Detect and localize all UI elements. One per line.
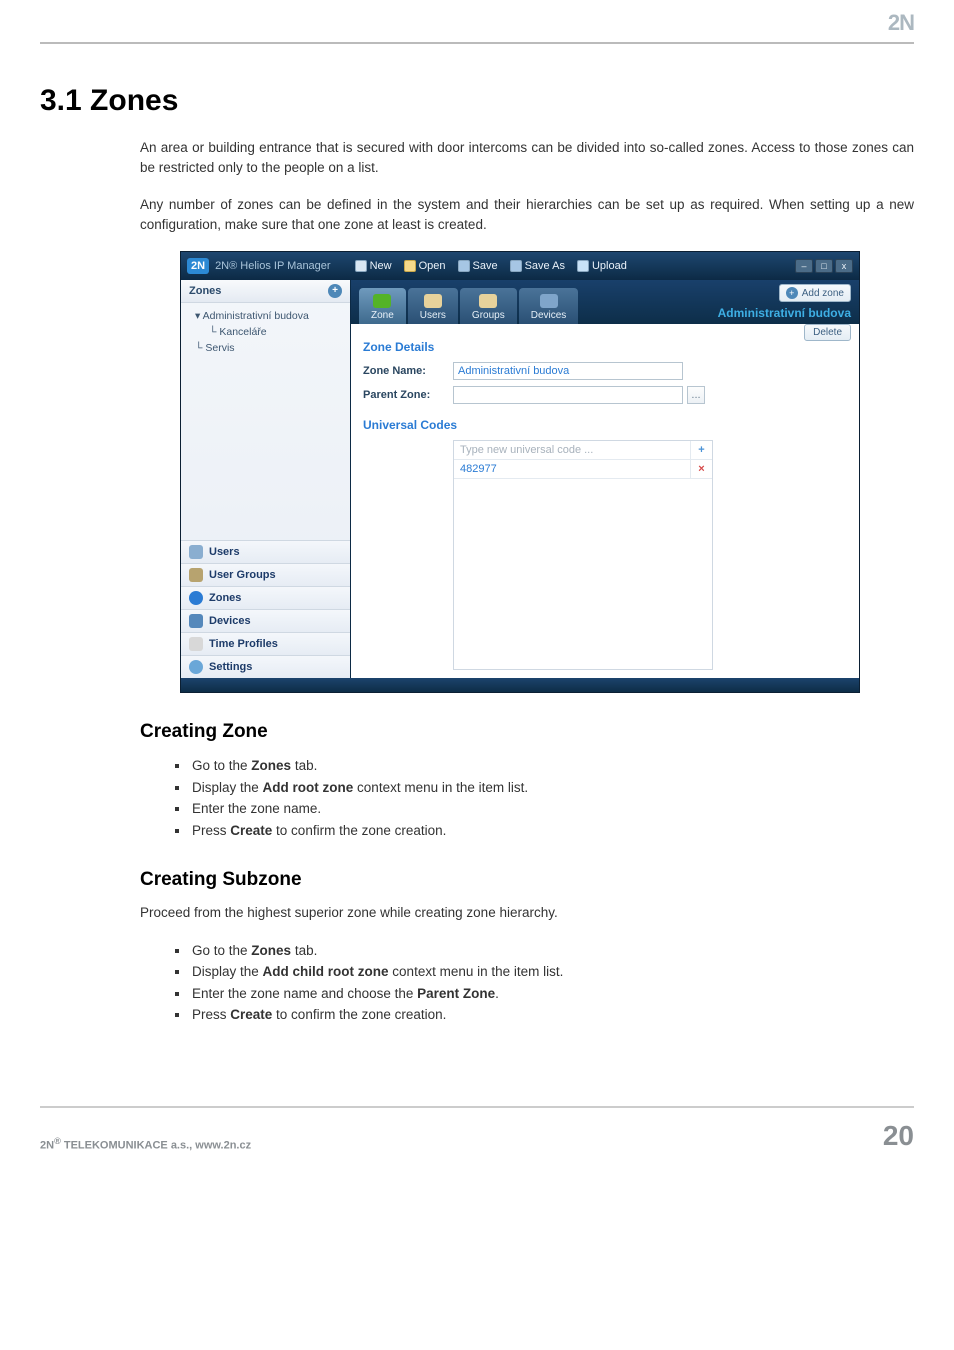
toolbar-new-button[interactable]: New (351, 258, 396, 274)
tab-devices[interactable]: Devices (519, 288, 579, 324)
devices-icon (189, 614, 203, 628)
list-item: Go to the Zones tab. (190, 755, 914, 777)
sidebar-item-time-profiles[interactable]: Time Profiles (181, 632, 350, 655)
list-item: Enter the zone name. (190, 798, 914, 820)
panel-title-zone-details: Zone Details (363, 340, 847, 354)
settings-icon (189, 660, 203, 674)
window-close-button[interactable]: x (835, 259, 853, 273)
sidebar-item-settings[interactable]: Settings (181, 655, 350, 678)
app-toolbar: New Open Save Save As Upload (351, 258, 631, 274)
brand-logo: 2N (888, 10, 914, 36)
parent-zone-picker-button[interactable]: ... (687, 386, 705, 404)
creating-subzone-lead: Proceed from the highest superior zone w… (40, 903, 914, 923)
sidebar-section-title: Zones (189, 285, 221, 297)
sidebar: Zones + ▾ Administrativní budova └ Kance… (181, 280, 351, 678)
intro-paragraph-2: Any number of zones can be defined in th… (40, 195, 914, 236)
time-icon (189, 637, 203, 651)
window-maximize-button[interactable]: □ (815, 259, 833, 273)
status-bar (181, 678, 859, 692)
window-minimize-button[interactable]: – (795, 259, 813, 273)
label-zone-name: Zone Name: (363, 365, 453, 377)
tree-node-root[interactable]: ▾ Administrativní budova (195, 309, 342, 325)
code-value[interactable]: 482977 (454, 460, 690, 478)
disk-as-icon (510, 260, 522, 272)
folder-icon (404, 260, 416, 272)
tab-zone[interactable]: Zone (359, 288, 406, 324)
panel-title-universal-codes: Universal Codes (363, 418, 847, 432)
tree-node-child[interactable]: └ Kanceláře (209, 325, 342, 341)
current-zone-title: Administrativní budova (718, 306, 851, 320)
plus-icon: + (786, 287, 798, 299)
toolbar-upload-button[interactable]: Upload (573, 258, 631, 274)
input-zone-name[interactable] (453, 362, 683, 380)
footer-left: 2N® TELEKOMUNIKACE a.s., www.2n.cz (40, 1136, 251, 1152)
users-icon (189, 545, 203, 559)
user-groups-icon (189, 568, 203, 582)
list-item: Press Create to confirm the zone creatio… (190, 1004, 914, 1026)
content-tabs: Zone Users Groups Devices + Add zone Adm… (351, 280, 859, 324)
universal-codes-table: Type new universal code ... + 482977 × (453, 440, 713, 670)
subheading-creating-zone: Creating Zone (140, 721, 914, 743)
add-zone-icon[interactable]: + (328, 284, 342, 298)
add-code-button[interactable]: + (690, 441, 712, 459)
devices-tab-icon (540, 294, 558, 308)
tab-groups[interactable]: Groups (460, 288, 517, 324)
main-area: Zone Users Groups Devices + Add zone Adm… (351, 280, 859, 678)
zone-tree: ▾ Administrativní budova └ Kanceláře └ S… (181, 303, 350, 362)
groups-tab-icon (479, 294, 497, 308)
input-parent-zone[interactable] (453, 386, 683, 404)
app-logo: 2N (187, 258, 209, 274)
disk-icon (458, 260, 470, 272)
sidebar-item-users[interactable]: Users (181, 540, 350, 563)
delete-zone-button[interactable]: Delete (804, 324, 851, 341)
sidebar-nav: Users User Groups Zones Devices Time Pro… (181, 540, 350, 678)
list-item: Display the Add root zone context menu i… (190, 777, 914, 799)
window-titlebar: 2N 2N® Helios IP Manager New Open Save S… (181, 252, 859, 280)
upload-icon (577, 260, 589, 272)
creating-subzone-steps: Go to the Zones tab. Display the Add chi… (40, 940, 914, 1026)
toolbar-open-button[interactable]: Open (400, 258, 450, 274)
label-parent-zone: Parent Zone: (363, 389, 453, 401)
file-icon (355, 260, 367, 272)
zones-icon (189, 591, 203, 605)
page-number: 20 (883, 1120, 914, 1152)
intro-paragraph-1: An area or building entrance that is sec… (40, 138, 914, 179)
list-item: Display the Add child root zone context … (190, 961, 914, 983)
sidebar-item-user-groups[interactable]: User Groups (181, 563, 350, 586)
tab-users[interactable]: Users (408, 288, 458, 324)
sidebar-item-devices[interactable]: Devices (181, 609, 350, 632)
list-item: Go to the Zones tab. (190, 940, 914, 962)
page-title: 3.1 Zones (40, 84, 914, 118)
app-screenshot: 2N 2N® Helios IP Manager New Open Save S… (180, 251, 860, 693)
list-item: Press Create to confirm the zone creatio… (190, 820, 914, 842)
toolbar-save-button[interactable]: Save (454, 258, 502, 274)
creating-zone-steps: Go to the Zones tab. Display the Add roo… (40, 755, 914, 841)
remove-code-button[interactable]: × (690, 460, 712, 478)
code-input-placeholder[interactable]: Type new universal code ... (454, 441, 690, 459)
app-title: 2N® Helios IP Manager (215, 260, 331, 272)
tree-node-child[interactable]: └ Servis (195, 341, 342, 357)
toolbar-saveas-button[interactable]: Save As (506, 258, 569, 274)
list-item: Enter the zone name and choose the Paren… (190, 983, 914, 1005)
users-tab-icon (424, 294, 442, 308)
subheading-creating-subzone: Creating Subzone (140, 869, 914, 891)
sidebar-section-zones-header: Zones + (181, 280, 350, 303)
add-zone-button[interactable]: + Add zone (779, 284, 851, 302)
zone-tab-icon (373, 294, 391, 308)
sidebar-item-zones[interactable]: Zones (181, 586, 350, 609)
